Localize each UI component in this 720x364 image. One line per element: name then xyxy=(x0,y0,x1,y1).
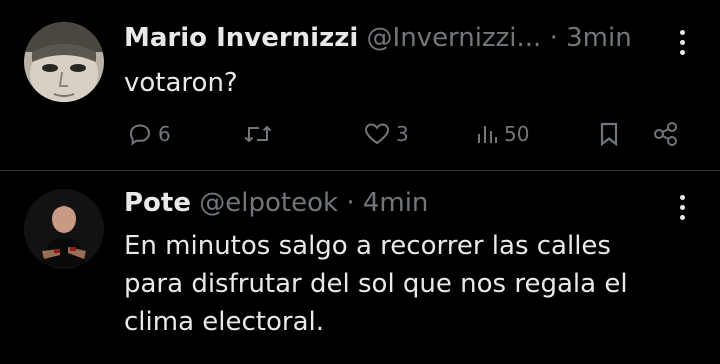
author-name[interactable]: Pote xyxy=(124,188,191,218)
tweet-header: Mario Invernizzi @Invernizzi... · 3min xyxy=(124,22,632,54)
action-bar: 6 3 50 xyxy=(124,116,684,152)
like-count: 3 xyxy=(396,122,409,146)
views-button[interactable]: 50 xyxy=(476,116,529,152)
share-button[interactable] xyxy=(652,116,680,152)
separator-dot: · xyxy=(346,188,355,218)
author-handle[interactable]: @Invernizzi... xyxy=(367,23,542,53)
more-vertical-icon[interactable] xyxy=(680,30,686,60)
heart-icon xyxy=(364,123,390,145)
retweet-icon xyxy=(244,125,272,143)
author-handle[interactable]: @elpoteok xyxy=(199,188,338,218)
tweet[interactable]: Pote @elpoteok · 4min En minutos salgo a… xyxy=(0,171,720,364)
tweet-header: Pote @elpoteok · 4min xyxy=(124,187,428,219)
views-chart-icon xyxy=(478,126,497,143)
retweet-button[interactable] xyxy=(244,116,272,152)
reply-icon xyxy=(129,124,151,146)
avatar[interactable] xyxy=(24,22,104,102)
tweet-text: votaron? xyxy=(124,68,238,98)
reply-button[interactable]: 6 xyxy=(128,116,171,152)
avatar[interactable] xyxy=(24,189,104,269)
tweet-text: En minutos salgo a recorrer las calles p… xyxy=(124,227,628,341)
timestamp[interactable]: 4min xyxy=(363,188,429,218)
like-button[interactable]: 3 xyxy=(364,116,409,152)
timestamp[interactable]: 3min xyxy=(566,23,632,53)
tweet-text-line: clima electoral. xyxy=(124,307,324,337)
bookmark-button[interactable] xyxy=(598,116,620,152)
author-name[interactable]: Mario Invernizzi xyxy=(124,23,358,53)
more-vertical-icon[interactable] xyxy=(680,195,686,225)
tweet[interactable]: Mario Invernizzi @Invernizzi... · 3min v… xyxy=(0,0,720,170)
tweet-text-line: para disfrutar del sol que nos regala el xyxy=(124,269,628,299)
reply-count: 6 xyxy=(158,122,171,146)
separator-dot: · xyxy=(549,23,558,53)
tweet-text-line: En minutos salgo a recorrer las calles xyxy=(124,231,611,261)
share-icon xyxy=(654,122,677,146)
bookmark-icon xyxy=(600,122,618,147)
views-count: 50 xyxy=(504,122,530,146)
